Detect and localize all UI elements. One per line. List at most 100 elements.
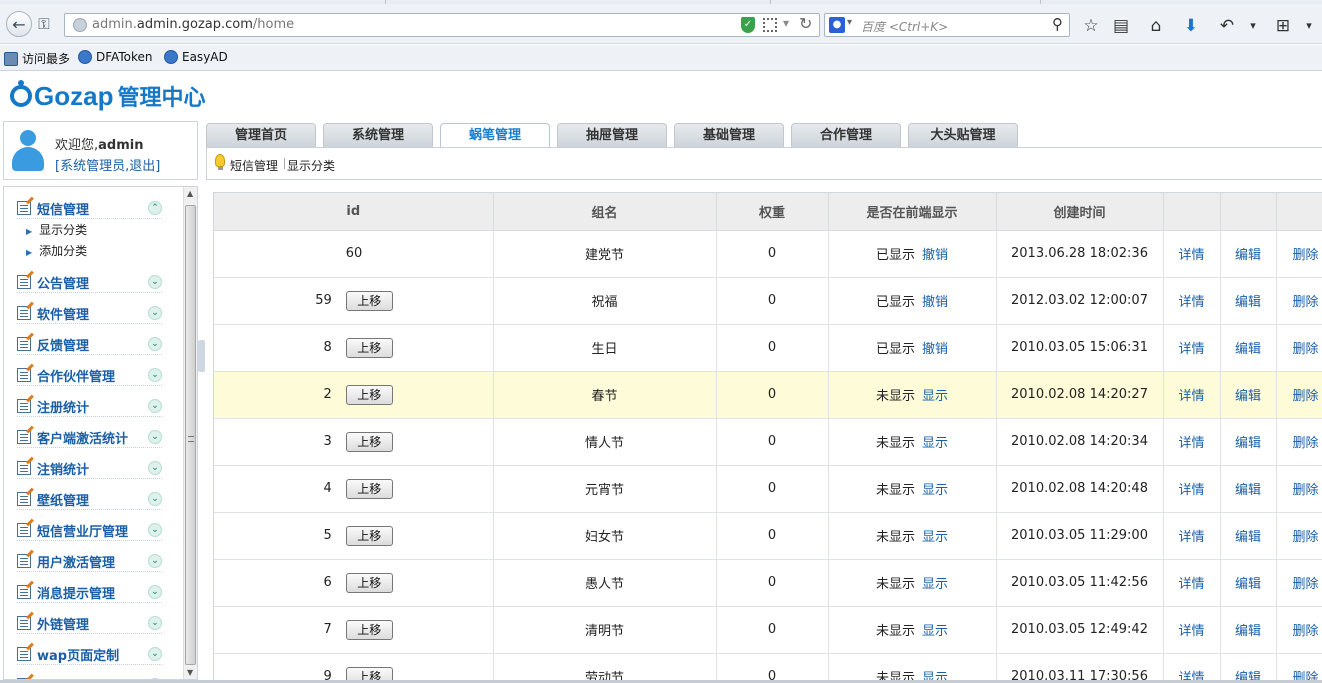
toggle-display-link[interactable]: 撤销 xyxy=(922,248,948,263)
collapse-icon[interactable]: ⌃ xyxy=(148,201,162,215)
sidebar-menu-item[interactable]: 外链管理 ⌄ xyxy=(17,612,162,634)
edit-link[interactable]: 编辑 xyxy=(1235,577,1261,592)
expand-icon[interactable]: ⌄ xyxy=(148,554,162,568)
logout-link[interactable]: 退出 xyxy=(129,159,155,174)
move-up-button[interactable]: 上移 xyxy=(345,666,393,680)
scroll-down-icon[interactable]: ▼ xyxy=(187,668,193,677)
expand-icon[interactable]: ⌄ xyxy=(148,461,162,475)
crop-icon[interactable]: ⊞ xyxy=(1272,16,1294,36)
edit-link[interactable]: 编辑 xyxy=(1235,248,1261,263)
detail-link[interactable]: 详情 xyxy=(1178,483,1204,498)
delete-link[interactable]: 删除 xyxy=(1293,483,1319,498)
expand-icon[interactable]: ⌄ xyxy=(148,616,162,630)
toggle-display-link[interactable]: 显示 xyxy=(922,389,948,404)
breadcrumb-item[interactable]: 短信管理 xyxy=(230,157,278,174)
toggle-display-link[interactable]: 显示 xyxy=(922,624,948,639)
baidu-paw-icon[interactable]: ● xyxy=(829,17,845,33)
delete-link[interactable]: 删除 xyxy=(1293,530,1319,545)
toggle-display-link[interactable]: 显示 xyxy=(922,671,948,680)
key-icon[interactable]: ⚿ xyxy=(34,13,54,35)
edit-link[interactable]: 编辑 xyxy=(1235,295,1261,310)
sidebar-menu-item[interactable]: 公告管理 ⌄ xyxy=(17,271,162,293)
sidebar-menu-item[interactable]: 合作伙伴管理 ⌄ xyxy=(17,364,162,386)
toggle-display-link[interactable]: 显示 xyxy=(922,483,948,498)
detail-link[interactable]: 详情 xyxy=(1178,342,1204,357)
expand-icon[interactable]: ⌄ xyxy=(148,523,162,537)
search-icon[interactable]: ⚲ xyxy=(1052,15,1063,33)
download-icon[interactable]: ⬇ xyxy=(1180,16,1202,36)
star-icon[interactable]: ☆ xyxy=(1080,16,1102,36)
toggle-display-link[interactable]: 显示 xyxy=(922,436,948,451)
bookmark-dfatoken[interactable]: DFAToken xyxy=(78,50,152,64)
qr-code-icon[interactable] xyxy=(763,18,777,32)
delete-link[interactable]: 删除 xyxy=(1293,389,1319,404)
sidebar-splitter[interactable] xyxy=(198,340,205,372)
undo-icon[interactable]: ↶ xyxy=(1216,16,1238,36)
detail-link[interactable]: 详情 xyxy=(1178,624,1204,639)
reload-icon[interactable]: ↻ xyxy=(799,14,812,33)
move-up-button[interactable]: 上移 xyxy=(345,525,393,546)
detail-link[interactable]: 详情 xyxy=(1178,671,1204,680)
detail-link[interactable]: 详情 xyxy=(1178,389,1204,404)
tab[interactable]: 蜗笔管理 xyxy=(440,123,550,148)
sidebar-subitem[interactable]: ▶ 添加分类 xyxy=(26,242,87,259)
undo-dropdown-icon[interactable]: ▾ xyxy=(1242,16,1264,36)
expand-icon[interactable]: ⌄ xyxy=(148,585,162,599)
detail-link[interactable]: 详情 xyxy=(1178,248,1204,263)
scroll-up-icon[interactable]: ▲ xyxy=(187,189,193,198)
expand-icon[interactable]: ⌄ xyxy=(148,275,162,289)
sidebar-menu-item[interactable]: 注册统计 ⌄ xyxy=(17,395,162,417)
search-bar[interactable]: ● ▾ 百度 <Ctrl+K> ⚲ xyxy=(824,13,1070,37)
bookmark-most-visited[interactable]: 访问最多 xyxy=(4,50,70,67)
sidebar-menu-item[interactable]: 短信营业厅管理 ⌄ xyxy=(17,519,162,541)
toggle-display-link[interactable]: 显示 xyxy=(922,530,948,545)
detail-link[interactable]: 详情 xyxy=(1178,295,1204,310)
toggle-display-link[interactable]: 撤销 xyxy=(922,295,948,310)
sidebar-menu-item[interactable]: 反馈管理 ⌄ xyxy=(17,333,162,355)
tab[interactable]: 大头贴管理 xyxy=(908,123,1018,147)
move-up-button[interactable]: 上移 xyxy=(345,478,393,499)
toggle-display-link[interactable]: 显示 xyxy=(922,577,948,592)
breadcrumb-item[interactable]: 显示分类 xyxy=(287,157,335,174)
move-up-button[interactable]: 上移 xyxy=(345,337,393,358)
home-icon[interactable]: ⌂ xyxy=(1145,16,1167,36)
bookmark-easyad[interactable]: EasyAD xyxy=(164,50,228,64)
expand-icon[interactable]: ⌄ xyxy=(148,399,162,413)
move-up-button[interactable]: 上移 xyxy=(345,290,393,311)
delete-link[interactable]: 删除 xyxy=(1293,577,1319,592)
address-bar[interactable]: admin.admin.gozap.com/home ✓ ▾ ↻ xyxy=(64,13,820,37)
move-up-button[interactable]: 上移 xyxy=(345,572,393,593)
expand-icon[interactable]: ⌄ xyxy=(148,368,162,382)
sidebar-menu-item[interactable]: 注销统计 ⌄ xyxy=(17,457,162,479)
move-up-button[interactable]: 上移 xyxy=(345,619,393,640)
sidebar-scrollbar[interactable]: ▲ ▼ xyxy=(183,187,197,679)
menu-dropdown-icon[interactable]: ▾ xyxy=(1298,16,1320,36)
back-arrow-icon[interactable]: ← xyxy=(6,11,32,37)
engine-dropdown-icon[interactable]: ▾ xyxy=(847,17,852,28)
shield-icon[interactable]: ✓ xyxy=(741,17,755,33)
detail-link[interactable]: 详情 xyxy=(1178,530,1204,545)
move-up-button[interactable]: 上移 xyxy=(345,384,393,405)
edit-link[interactable]: 编辑 xyxy=(1235,389,1261,404)
tab[interactable]: 系统管理 xyxy=(323,123,433,147)
edit-link[interactable]: 编辑 xyxy=(1235,624,1261,639)
sidebar-menu-item[interactable]: 用户激活管理 ⌄ xyxy=(17,550,162,572)
toggle-display-link[interactable]: 撤销 xyxy=(922,342,948,357)
delete-link[interactable]: 删除 xyxy=(1293,671,1319,680)
tab[interactable]: 合作管理 xyxy=(791,123,901,147)
expand-icon[interactable]: ⌄ xyxy=(148,337,162,351)
expand-icon[interactable]: ⌄ xyxy=(148,306,162,320)
edit-link[interactable]: 编辑 xyxy=(1235,436,1261,451)
reading-list-icon[interactable]: ▤ xyxy=(1110,16,1132,36)
delete-link[interactable]: 删除 xyxy=(1293,436,1319,451)
edit-link[interactable]: 编辑 xyxy=(1235,342,1261,357)
tab[interactable]: 抽屉管理 xyxy=(557,123,667,147)
expand-icon[interactable]: ⌄ xyxy=(148,430,162,444)
delete-link[interactable]: 删除 xyxy=(1293,295,1319,310)
expand-icon[interactable]: ⌄ xyxy=(148,492,162,506)
detail-link[interactable]: 详情 xyxy=(1178,577,1204,592)
delete-link[interactable]: 删除 xyxy=(1293,624,1319,639)
expand-icon[interactable]: ⌄ xyxy=(148,647,162,661)
sidebar-menu-item[interactable]: 消息提示管理 ⌄ xyxy=(17,581,162,603)
url-text[interactable]: admin.admin.gozap.com/home xyxy=(92,17,294,32)
